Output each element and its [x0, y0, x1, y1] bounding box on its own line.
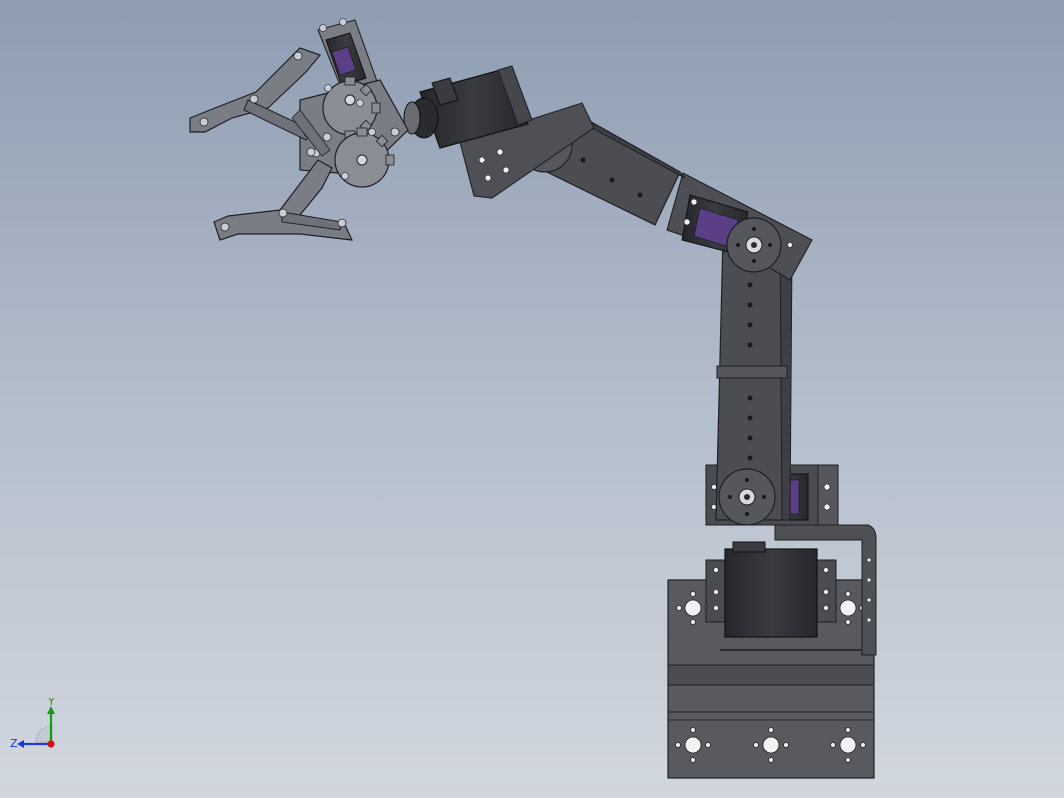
- z-axis-arrow-icon: [17, 740, 24, 748]
- view-orientation-triad[interactable]: Y Z: [8, 695, 68, 756]
- elbow-horn: [726, 217, 782, 273]
- triad-plane: [35, 725, 53, 743]
- base-servo[interactable]: [705, 541, 837, 638]
- cad-viewport[interactable]: [0, 0, 1064, 798]
- x-axis-icon: [47, 740, 55, 748]
- lower-arm-link[interactable]: [715, 236, 793, 526]
- z-axis-label: Z: [10, 737, 18, 750]
- y-axis-label: Y: [47, 698, 55, 708]
